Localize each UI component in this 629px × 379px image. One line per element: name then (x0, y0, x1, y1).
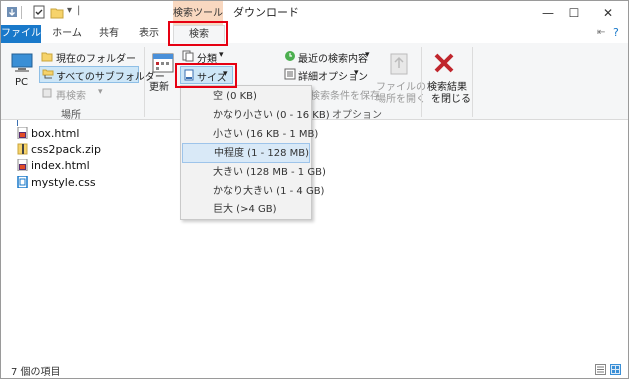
ribbon-separator (472, 47, 473, 117)
folder-down-icon[interactable] (5, 5, 19, 19)
list-item[interactable]: css2pack.zip (17, 142, 101, 158)
html-file-icon (17, 159, 28, 171)
large-icons-view-icon[interactable] (610, 364, 621, 375)
item-count: 7 個の項目 (11, 367, 61, 378)
kind-icon (182, 50, 194, 62)
qat-pipe: | (77, 5, 81, 16)
options-group-label: オプション (332, 110, 382, 121)
size-option-gigantic[interactable]: 巨大 (>4 GB) (181, 200, 311, 220)
search-again-dropdown-icon[interactable]: ▾ (98, 87, 103, 97)
size-option-tiny[interactable]: かなり小さい (0 - 16 KB) (181, 106, 330, 126)
qat-customize-icon[interactable]: ▾ (67, 5, 72, 16)
close-search-icon (434, 53, 454, 73)
title-bar: ▾ | 検索ツール ダウンロード — ☐ ✕ (1, 1, 628, 25)
qat-divider (21, 6, 22, 19)
html-file-icon (17, 127, 28, 139)
file-name: css2pack.zip (31, 143, 101, 156)
advanced-options-dropdown-icon[interactable]: ▾ (354, 68, 359, 78)
pc-button[interactable]: PC (15, 77, 28, 88)
open-file-location-line2[interactable]: 場所を開く (376, 90, 426, 105)
kind-dropdown-icon[interactable]: ▾ (219, 50, 224, 60)
advanced-options-icon (284, 68, 296, 80)
list-item[interactable]: box.html (17, 126, 79, 142)
explorer-window: ▾ | 検索ツール ダウンロード — ☐ ✕ ファイル ホーム 共有 表示 検索… (0, 0, 629, 379)
css-file-icon (17, 176, 28, 188)
pc-icon (11, 53, 33, 72)
size-option-empty[interactable]: 空 (0 KB) (181, 87, 311, 107)
file-name: mystyle.css (31, 176, 96, 189)
refresh-date-button[interactable]: 更新 (149, 78, 169, 93)
pin-ribbon-icon[interactable]: ⇤ (597, 27, 605, 38)
properties-icon[interactable] (32, 5, 46, 19)
size-button-highlight (175, 63, 237, 88)
close-button[interactable]: ✕ (588, 1, 628, 25)
tab-home[interactable]: ホーム (49, 25, 85, 43)
file-name: index.html (31, 159, 90, 172)
search-again-button[interactable]: 再検索 (56, 87, 86, 102)
search-tab-highlight (168, 21, 228, 46)
ribbon-tabs: ファイル ホーム 共有 表示 検索 ⇤ ? (1, 25, 628, 44)
recent-searches-icon (285, 51, 295, 61)
status-bar: 7 個の項目 (1, 361, 628, 378)
current-folder-button[interactable]: 現在のフォルダー (56, 50, 136, 65)
save-search-button[interactable]: 検索条件を保存 (310, 87, 380, 102)
size-option-huge[interactable]: かなり大きい (1 - 4 GB) (181, 182, 324, 202)
zip-file-icon (17, 143, 28, 155)
file-name: box.html (31, 127, 80, 140)
size-option-small[interactable]: 小さい (16 KB - 1 MB) (181, 125, 318, 145)
subfolders-icon (42, 69, 54, 79)
new-folder-icon[interactable] (50, 5, 64, 19)
tab-view[interactable]: 表示 (133, 25, 165, 43)
list-item[interactable]: index.html (17, 158, 90, 174)
tab-share[interactable]: 共有 (93, 25, 125, 43)
window-title: ダウンロード (233, 6, 299, 19)
recent-searches-button[interactable]: 最近の検索内容 (298, 50, 368, 65)
open-file-location-icon (390, 53, 408, 75)
search-again-icon (42, 88, 52, 98)
size-option-large[interactable]: 大きい (128 MB - 1 GB) (181, 163, 326, 183)
details-view-icon[interactable] (595, 364, 606, 375)
folder-icon (41, 52, 53, 62)
help-icon[interactable]: ? (613, 26, 619, 39)
recent-searches-dropdown-icon[interactable]: ▾ (365, 50, 370, 60)
ribbon-separator (421, 47, 422, 117)
ribbon-separator (144, 47, 145, 117)
list-item[interactable]: mystyle.css (17, 175, 96, 191)
tab-file[interactable]: ファイル (1, 25, 41, 43)
size-option-medium[interactable]: 中程度 (1 - 128 MB) (182, 143, 310, 163)
calendar-icon (152, 53, 174, 73)
location-group-label: 場所 (61, 110, 81, 121)
size-filter-menu: 空 (0 KB) かなり小さい (0 - 16 KB) 小さい (16 KB -… (180, 85, 330, 220)
close-search-line2[interactable]: を閉じる (431, 90, 471, 105)
